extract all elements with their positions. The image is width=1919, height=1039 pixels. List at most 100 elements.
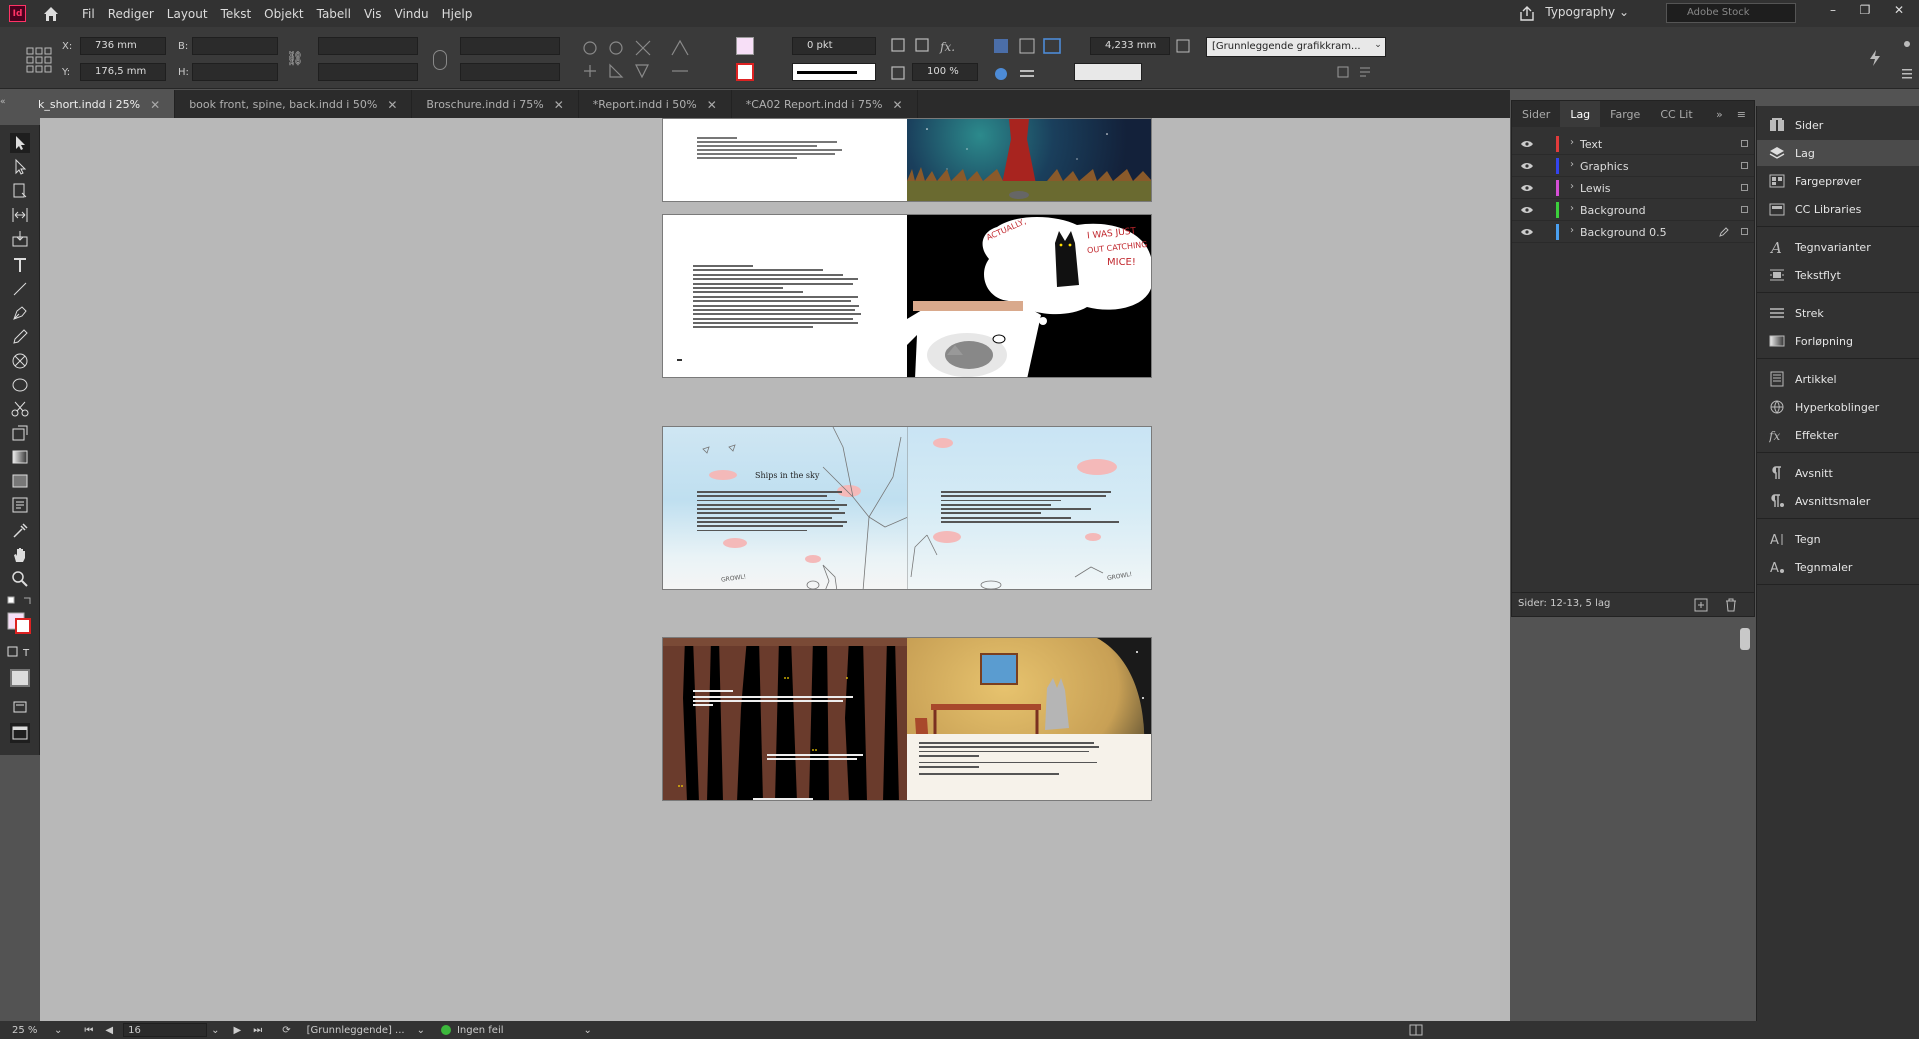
panel-avsnitt[interactable]: Avsnitt bbox=[1757, 460, 1919, 486]
transform-icons[interactable] bbox=[580, 37, 710, 83]
scissors-tool-icon[interactable] bbox=[10, 399, 30, 419]
layer-row-background-0-5[interactable]: › Background 0.5 bbox=[1512, 221, 1754, 243]
page-tool-icon[interactable] bbox=[10, 181, 30, 201]
ellipse-tool-icon[interactable] bbox=[10, 375, 30, 395]
panel-tegn[interactable]: A Tegn bbox=[1757, 526, 1919, 552]
note-tool-icon[interactable] bbox=[10, 495, 30, 515]
panel-hyperkoblinger[interactable]: Hyperkoblinger bbox=[1757, 394, 1919, 420]
panel-tegnvarianter[interactable]: A Tegnvarianter bbox=[1757, 234, 1919, 260]
sync-icon[interactable]: ⟳ bbox=[282, 1025, 290, 1036]
stroke-type-dropdown[interactable] bbox=[792, 63, 876, 81]
panel-cc-libraries[interactable]: CC Libraries bbox=[1757, 196, 1919, 222]
page-12[interactable] bbox=[663, 215, 907, 377]
gradient-feather-tool-icon[interactable] bbox=[10, 471, 30, 491]
previous-page-icon[interactable]: ◀ bbox=[105, 1025, 113, 1036]
lightning-icon[interactable] bbox=[1868, 49, 1882, 67]
text-wrap-icons[interactable] bbox=[992, 37, 1068, 83]
chevron-right-icon[interactable]: › bbox=[1570, 181, 1574, 192]
line-tool-icon[interactable] bbox=[10, 279, 30, 299]
free-transform-tool-icon[interactable] bbox=[10, 423, 30, 443]
next-page-icon[interactable]: ▶ bbox=[233, 1025, 241, 1036]
visibility-eye-icon[interactable] bbox=[1520, 206, 1534, 214]
constrain-proportions-icon[interactable]: ⛓ bbox=[286, 51, 304, 67]
page-14[interactable]: Ships in the sky GROWL! bbox=[663, 427, 907, 589]
tab-ca02-report[interactable]: *CA02 Report.indd i 75% ✕ bbox=[732, 90, 918, 118]
type-tool-icon[interactable] bbox=[10, 255, 30, 275]
link-scale-icon[interactable] bbox=[433, 50, 447, 70]
spacing-field[interactable]: 4,233 mm bbox=[1090, 37, 1170, 55]
menu-objekt[interactable]: Objekt bbox=[264, 7, 303, 21]
rotation-field[interactable] bbox=[460, 37, 560, 55]
chevron-down-icon[interactable]: ⌄ bbox=[211, 1025, 219, 1036]
panel-tekstflyt[interactable]: Tekstflyt bbox=[1757, 262, 1919, 288]
panel-tegnmaler[interactable]: A Tegnmaler bbox=[1757, 554, 1919, 580]
collapse-panel-icon[interactable]: » bbox=[1710, 108, 1729, 121]
menu-layout[interactable]: Layout bbox=[167, 7, 208, 21]
new-layer-icon[interactable] bbox=[1694, 598, 1708, 612]
layer-select-square[interactable] bbox=[1741, 206, 1748, 213]
trash-icon[interactable] bbox=[1724, 598, 1738, 612]
layer-row-background[interactable]: › Background bbox=[1512, 199, 1754, 221]
panel-forlopning[interactable]: Forløpning bbox=[1757, 328, 1919, 354]
layer-row-graphics[interactable]: › Graphics bbox=[1512, 155, 1754, 177]
pasteboard[interactable]: ACTUALLY, I WAS JUST OUT CATCHING MICE! … bbox=[40, 118, 1510, 1021]
visibility-eye-icon[interactable] bbox=[1520, 140, 1534, 148]
tab-report[interactable]: *Report.indd i 50% ✕ bbox=[579, 90, 732, 118]
panel-sider[interactable]: Sider bbox=[1757, 112, 1919, 138]
menu-fil[interactable]: Fil bbox=[82, 7, 95, 21]
direct-selection-tool-icon[interactable] bbox=[10, 157, 30, 177]
menu-tabell[interactable]: Tabell bbox=[317, 7, 351, 21]
pen-tool-icon[interactable] bbox=[10, 303, 30, 323]
gradient-tool-icon[interactable] bbox=[10, 447, 30, 467]
last-page-icon[interactable]: ⏭ bbox=[253, 1025, 262, 1036]
close-icon[interactable]: ✕ bbox=[892, 98, 902, 118]
content-collector-icon[interactable] bbox=[10, 229, 30, 249]
close-icon[interactable]: ✕ bbox=[554, 98, 564, 118]
tab-lag[interactable]: Lag bbox=[1560, 101, 1601, 127]
chevron-right-icon[interactable]: › bbox=[1570, 203, 1574, 214]
close-icon[interactable]: ✕ bbox=[387, 98, 397, 118]
fill-swatch[interactable] bbox=[736, 37, 754, 55]
spread-12-13[interactable]: ACTUALLY, I WAS JUST OUT CATCHING MICE! bbox=[662, 214, 1152, 378]
chevron-down-icon[interactable]: ⌄ bbox=[417, 1025, 425, 1036]
tab-cc-libraries[interactable]: CC Lit bbox=[1650, 108, 1702, 121]
stroke-weight-field[interactable]: 0 pkt bbox=[792, 37, 876, 55]
home-icon[interactable] bbox=[42, 5, 60, 23]
first-page-icon[interactable]: ⏮ bbox=[84, 1025, 93, 1036]
stroke-swatch[interactable] bbox=[736, 63, 754, 81]
visibility-eye-icon[interactable] bbox=[1520, 184, 1534, 192]
page-10[interactable] bbox=[663, 119, 907, 201]
zoom-level[interactable]: 25 % bbox=[12, 1025, 52, 1036]
page-17[interactable] bbox=[907, 638, 1151, 800]
zoom-tool-icon[interactable] bbox=[10, 569, 30, 589]
object-style-icon[interactable] bbox=[1176, 39, 1190, 53]
menu-vis[interactable]: Vis bbox=[364, 7, 382, 21]
panel-options-icon[interactable] bbox=[1900, 37, 1914, 83]
close-button[interactable]: ✕ bbox=[1885, 3, 1913, 21]
selection-tool-icon[interactable] bbox=[10, 133, 30, 153]
hand-tool-icon[interactable] bbox=[10, 545, 30, 565]
panel-fargeprover[interactable]: Fargeprøver bbox=[1757, 168, 1919, 194]
layer-select-square[interactable] bbox=[1741, 162, 1748, 169]
quick-apply-icons[interactable] bbox=[1336, 63, 1376, 81]
panel-strek[interactable]: Strek bbox=[1757, 300, 1919, 326]
workspace-switcher[interactable]: Typography ⌄ bbox=[1545, 5, 1629, 19]
screen-mode-icon[interactable] bbox=[10, 723, 30, 743]
share-icon[interactable] bbox=[1518, 5, 1536, 22]
x-field[interactable]: 736 mm bbox=[80, 37, 166, 55]
close-icon[interactable]: ✕ bbox=[707, 98, 717, 118]
chevron-right-icon[interactable]: › bbox=[1570, 137, 1574, 148]
opacity-field[interactable]: 100 % bbox=[912, 63, 978, 81]
page-number-field[interactable]: 16 bbox=[123, 1023, 208, 1037]
visibility-eye-icon[interactable] bbox=[1520, 228, 1534, 236]
panel-lag[interactable]: Lag bbox=[1757, 140, 1919, 166]
page-15[interactable]: GROWL! bbox=[907, 427, 1151, 589]
layout-view-icon[interactable] bbox=[1409, 1024, 1423, 1036]
tab-farge[interactable]: Farge bbox=[1600, 108, 1650, 121]
shear-field[interactable] bbox=[460, 63, 560, 81]
visibility-eye-icon[interactable] bbox=[1520, 162, 1534, 170]
layer-select-square[interactable] bbox=[1741, 140, 1748, 147]
view-mode-icon[interactable] bbox=[10, 697, 30, 717]
stroke-color-dropdown[interactable] bbox=[1074, 63, 1142, 81]
tab-book-front[interactable]: book front, spine, back.indd i 50% ✕ bbox=[175, 90, 413, 118]
